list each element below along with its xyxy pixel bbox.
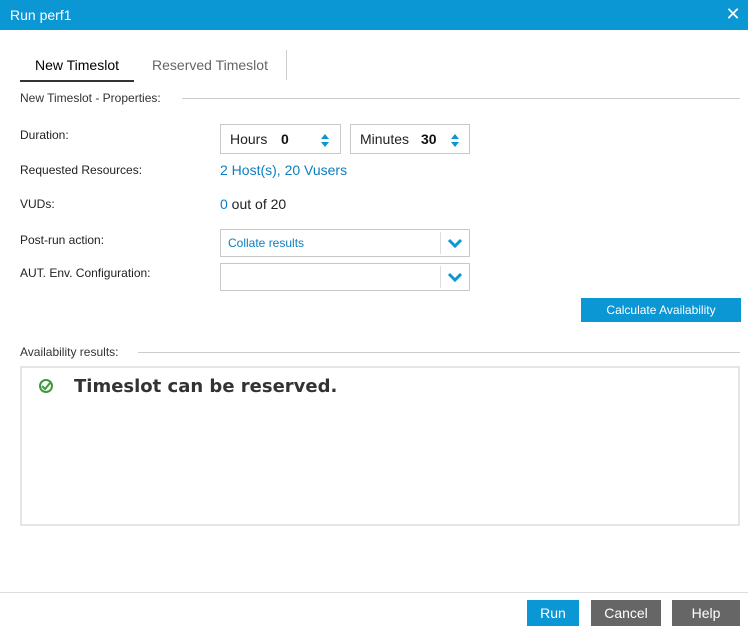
requested-resources-link[interactable]: 2 Host(s), 20 Vusers [220, 162, 347, 178]
post-run-action-label: Post-run action: [20, 233, 105, 247]
minutes-stepper[interactable]: Minutes 30 [350, 124, 470, 154]
footer-divider [0, 592, 748, 593]
hours-stepper[interactable]: Hours 0 [220, 124, 341, 154]
select-divider [440, 232, 441, 254]
dialog-title: Run perf1 [10, 7, 72, 23]
minutes-label: Minutes [360, 131, 410, 147]
minutes-value: 30 [421, 131, 437, 147]
help-button[interactable]: Help [672, 600, 740, 626]
cancel-button[interactable]: Cancel [591, 600, 661, 626]
post-run-action-select[interactable]: Collate results [220, 229, 470, 257]
hours-label: Hours [230, 131, 268, 147]
close-icon[interactable]: ✕ [722, 2, 744, 26]
duration-label: Duration: [20, 128, 69, 142]
hours-value: 0 [281, 131, 289, 147]
availability-section-label: Availability results: [20, 345, 119, 359]
tab-new-timeslot[interactable]: New Timeslot [20, 50, 134, 82]
properties-divider [182, 98, 740, 99]
availability-message: Timeslot can be reserved. [74, 376, 338, 397]
tab-reserved-timeslot[interactable]: Reserved Timeslot [134, 50, 287, 80]
vuds-total: out of 20 [227, 196, 287, 212]
spinner-arrows-icon[interactable] [449, 132, 461, 148]
chevron-down-icon[interactable] [447, 270, 463, 284]
aut-env-config-label: AUT. Env. Configuration: [20, 266, 151, 280]
aut-env-config-select[interactable] [220, 263, 470, 291]
chevron-down-icon[interactable] [447, 236, 463, 250]
spinner-arrows-icon[interactable] [319, 132, 331, 148]
post-run-action-value: Collate results [228, 236, 305, 250]
run-dialog: Run perf1 ✕ New Timeslot Reserved Timesl… [0, 0, 748, 626]
select-divider [440, 266, 441, 288]
properties-section-label: New Timeslot - Properties: [20, 91, 161, 105]
vuds-label: VUDs: [20, 197, 55, 211]
vuds-count-link[interactable]: 0 [220, 196, 228, 212]
vuds-value: 0 out of 20 [220, 196, 286, 212]
available-status-icon [39, 379, 53, 393]
availability-divider [138, 352, 740, 353]
run-button[interactable]: Run [527, 600, 579, 626]
calculate-availability-button[interactable]: Calculate Availability [581, 298, 741, 322]
title-bar: Run perf1 ✕ [0, 0, 748, 30]
requested-resources-label: Requested Resources: [20, 163, 143, 177]
availability-results-panel: Timeslot can be reserved. [20, 366, 740, 526]
